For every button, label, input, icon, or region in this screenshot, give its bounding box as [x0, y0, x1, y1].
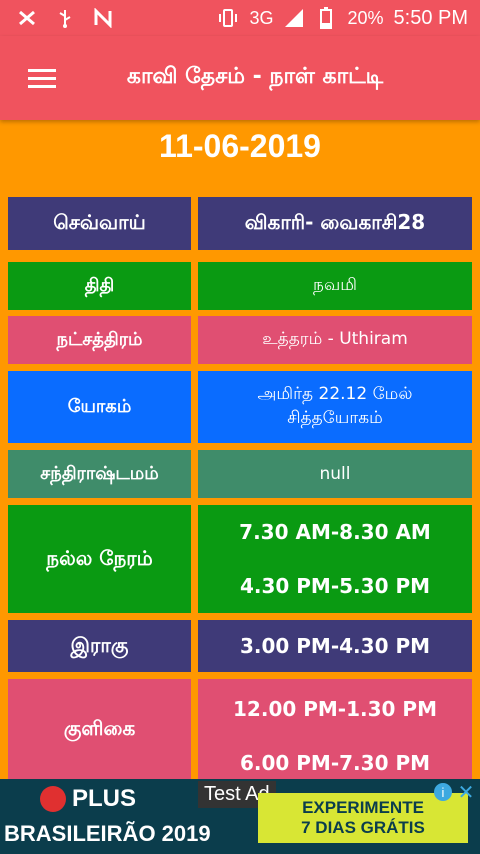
day-name-cell: செவ்வாய் — [8, 197, 191, 250]
nakshatram-label: நட்சத்திரம் — [8, 316, 191, 364]
kuligai-label: குளிகை — [8, 679, 191, 779]
signal-icon — [283, 7, 305, 29]
app-bar: காவி தேசம் - நாள் காட்டி — [0, 36, 480, 120]
hamburger-icon — [28, 68, 56, 72]
clock: 5:50 PM — [393, 6, 468, 29]
n-icon — [92, 7, 114, 29]
ad-brand: PLUS — [40, 785, 136, 813]
brand-logo-icon — [40, 786, 66, 812]
ad-brand-text: PLUS — [72, 785, 137, 812]
thithi-label: திதி — [8, 262, 191, 310]
usb-icon — [54, 7, 76, 29]
raagu-value: 3.00 PM-4.30 PM — [198, 620, 472, 672]
status-bar: 3G 20% 5:50 PM — [0, 0, 480, 36]
ad-info-icon[interactable]: i — [434, 783, 452, 801]
thithi-value: நவமி — [198, 262, 472, 310]
ad-banner[interactable]: PLUS BRASILEIRÃO 2019 Test Ad EXPERIMENT… — [0, 779, 480, 854]
shuffle-icon — [16, 7, 38, 29]
ad-subtitle: BRASILEIRÃO 2019 — [4, 821, 211, 846]
tamil-month-cell: விகாரி- வைகாசி28 — [198, 197, 472, 250]
battery-icon — [315, 7, 337, 29]
nalla-neram-line2: 4.30 PM-5.30 PM — [239, 574, 431, 598]
yogam-value: அமிர்த 22.12 மேல் சித்தயோகம் — [198, 371, 472, 443]
raagu-label: இராகு — [8, 620, 191, 672]
nalla-neram-line1: 7.30 AM-8.30 AM — [239, 520, 431, 544]
vibrate-icon — [217, 7, 239, 29]
kuligai-value: 12.00 PM-1.30 PM 6.00 PM-7.30 PM — [198, 679, 472, 779]
kuligai-line2: 6.00 PM-7.30 PM — [239, 751, 431, 775]
ad-close-icon[interactable]: ✕ — [456, 782, 476, 804]
ad-cta-line1: EXPERIMENTE — [302, 797, 424, 817]
yogam-label: யோகம் — [8, 371, 191, 443]
nakshatram-value: உத்தரம் - Uthiram — [198, 316, 472, 364]
yogam-value-line1: அமிர்த 22.12 மேல் — [257, 384, 413, 404]
signal-text: 3G — [249, 7, 274, 28]
yogam-value-line2: சித்தயோகம் — [287, 408, 383, 428]
kuligai-line1: 12.00 PM-1.30 PM — [233, 697, 437, 721]
ad-cta-button[interactable]: EXPERIMENTE 7 DIAS GRÁTIS — [258, 793, 468, 843]
menu-button[interactable] — [14, 50, 70, 106]
nalla-neram-value: 7.30 AM-8.30 AM 4.30 PM-5.30 PM — [198, 505, 472, 613]
chandrashtamam-value: null — [198, 450, 472, 498]
ad-cta-line2: 7 DIAS GRÁTIS — [301, 818, 425, 837]
date-heading: 11-06-2019 — [159, 128, 321, 164]
battery-percent: 20% — [347, 7, 384, 28]
nalla-neram-label: நல்ல நேரம் — [8, 505, 191, 613]
app-title: காவி தேசம் - நாள் காட்டி — [126, 64, 384, 89]
chandrashtamam-label: சந்திராஷ்டமம் — [8, 450, 191, 498]
